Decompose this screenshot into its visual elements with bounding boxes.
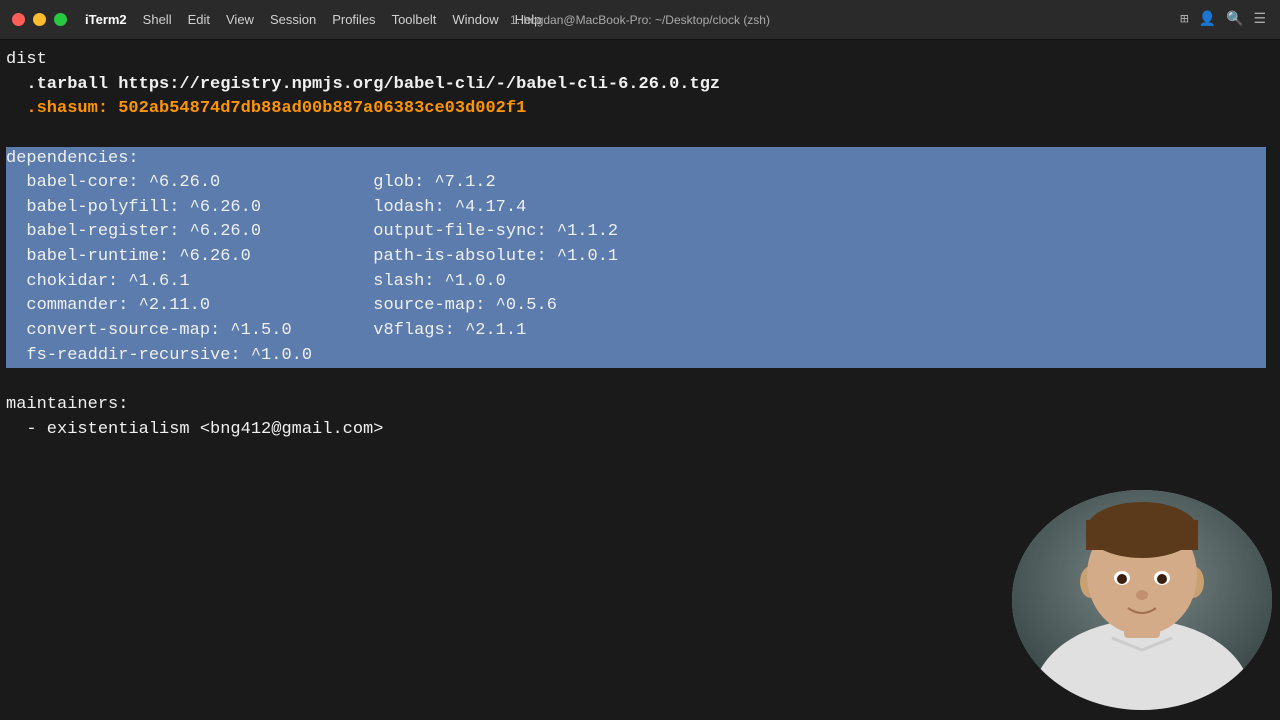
title-bar-right: ⊞ 👤 🔍 ☰ (1180, 11, 1280, 28)
line-dep4: babel-runtime: ^6.26.0 path-is-absolute:… (6, 245, 1266, 270)
menu-item-profiles[interactable]: Profiles (324, 10, 383, 29)
menu-bar: iTerm2 Shell Edit View Session Profiles … (67, 10, 549, 29)
line-empty2 (6, 370, 16, 389)
maximize-button[interactable] (54, 13, 67, 26)
line-dep2: babel-polyfill: ^6.26.0 lodash: ^4.17.4 (6, 196, 1266, 221)
line-dep8: fs-readdir-recursive: ^1.0.0 (6, 344, 1266, 369)
terminal[interactable]: dist .tarball https://registry.npmjs.org… (0, 40, 1280, 720)
line-maintainers: maintainers: (6, 395, 128, 414)
person-svg (1012, 490, 1272, 710)
person-icon[interactable]: 👤 (1199, 11, 1216, 28)
line-dep5: chokidar: ^1.6.1 slash: ^1.0.0 (6, 270, 1266, 295)
menu-item-view[interactable]: View (218, 10, 262, 29)
search-icon[interactable]: 🔍 (1226, 11, 1243, 28)
menu-item-toolbelt[interactable]: Toolbelt (384, 10, 445, 29)
menu-item-edit[interactable]: Edit (180, 10, 218, 29)
webcam-overlay (1012, 490, 1272, 710)
line-tarball: .tarball https://registry.npmjs.org/babe… (6, 75, 720, 94)
minimize-button[interactable] (33, 13, 46, 26)
line-dep6: commander: ^2.11.0 source-map: ^0.5.6 (6, 294, 1266, 319)
menu-icon[interactable]: ☰ (1253, 11, 1266, 28)
webcam-person (1012, 490, 1272, 710)
title-bar: iTerm2 Shell Edit View Session Profiles … (0, 0, 1280, 40)
window-title: 1. bogdan@MacBook-Pro: ~/Desktop/clock (… (510, 13, 770, 27)
line-dep7: convert-source-map: ^1.5.0 v8flags: ^2.1… (6, 319, 1266, 344)
menu-item-session[interactable]: Session (262, 10, 324, 29)
screen-icon[interactable]: ⊞ (1180, 11, 1188, 28)
line-dep3: babel-register: ^6.26.0 output-file-sync… (6, 220, 1266, 245)
menu-item-window[interactable]: Window (444, 10, 506, 29)
menu-item-iterm2[interactable]: iTerm2 (77, 10, 135, 29)
line-dependencies-block: dependencies: (6, 147, 1266, 172)
menu-item-shell[interactable]: Shell (135, 10, 180, 29)
window-controls (0, 13, 67, 26)
line-dist: dist (6, 50, 47, 69)
line-empty1 (6, 124, 16, 143)
line-dep1: babel-core: ^6.26.0 glob: ^7.1.2 (6, 171, 1266, 196)
close-button[interactable] (12, 13, 25, 26)
line-shasum: .shasum: 502ab54874d7db88ad00b887a06383c… (6, 99, 526, 118)
line-maintainer1: - existentialism <bng412@gmail.com> (6, 420, 383, 439)
terminal-output: dist .tarball https://registry.npmjs.org… (6, 48, 1274, 442)
